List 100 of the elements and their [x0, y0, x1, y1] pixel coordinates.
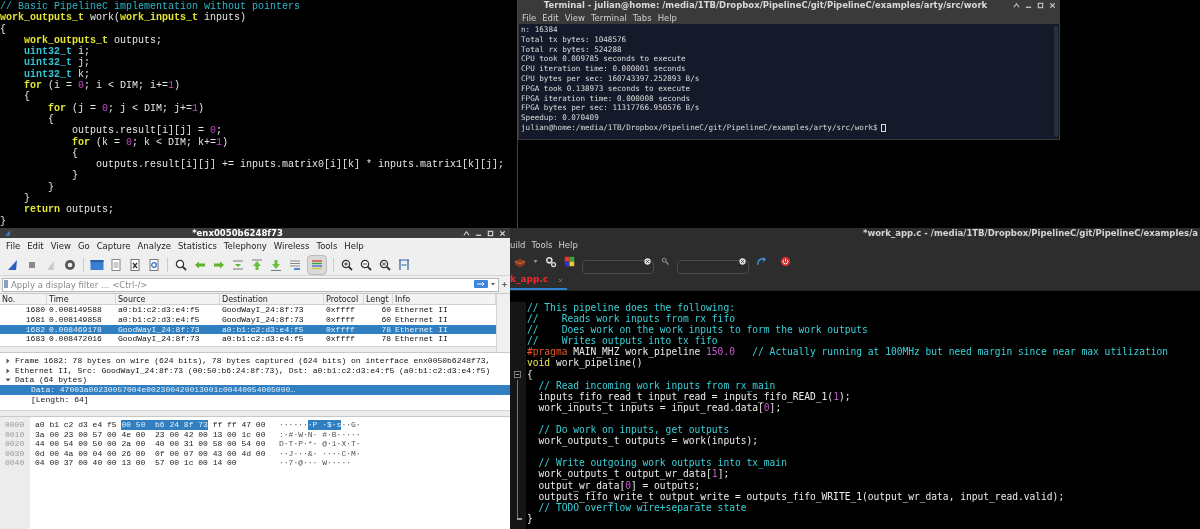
column-header[interactable]: Lengt	[364, 294, 393, 304]
zoom-reset-icon[interactable]	[378, 257, 392, 272]
columns-icon[interactable]	[397, 257, 411, 272]
arrow-right-icon[interactable]	[474, 280, 488, 288]
tree-item[interactable]: Ethernet II, Src: GoodWayI_24:8f:73 (00:50:b6:24:8f:73), Dst: a0:b1:c2:d3:e4:f5 (a0:b1:c2:d3:e4:f5)	[0, 365, 510, 376]
menu-item[interactable]: Go	[77, 239, 90, 253]
packet-row[interactable]: 1680 0.008149588 a0:b1:c2:d3:e4:f5 GoodWayI_24:8f:73 0xffff 60 Ethernet II	[0, 305, 496, 315]
menu-item[interactable]: Telephony	[223, 239, 267, 253]
gears-icon[interactable]	[545, 255, 557, 268]
hex-bytes[interactable]: ff ff 47 00	[207, 420, 266, 430]
search-field[interactable]	[677, 259, 749, 274]
hex-bytes[interactable]: 3a 00 23 00 57 00 4e 00 23 00 42 00 13 00 1c 00	[35, 429, 266, 440]
ascii-text[interactable]: ·P ·$·s	[307, 420, 342, 430]
scrollbar[interactable]	[0, 410, 510, 416]
plus-icon[interactable]	[501, 281, 508, 288]
menu-item[interactable]: Help	[344, 239, 364, 253]
menu-item[interactable]: Help	[657, 11, 677, 24]
ascii-text[interactable]: ··7·@··· W·····	[279, 458, 351, 468]
tree-item[interactable]: [Length: 64]	[0, 394, 510, 405]
menu-item[interactable]: Edit	[27, 239, 44, 253]
menu-item[interactable]: Tools	[531, 238, 553, 252]
menu-item[interactable]: Tabs	[632, 11, 652, 24]
palette-icon[interactable]	[564, 256, 575, 267]
code-line: {	[71, 147, 78, 160]
ascii-text[interactable]: :·#·W·N· #·B·····	[279, 429, 361, 440]
scrollbar[interactable]	[0, 346, 496, 352]
ascii-text[interactable]: D·T·P·*· @·1·X·T·	[279, 439, 361, 449]
ascii-text[interactable]: ··G·	[341, 420, 361, 430]
clear-icon[interactable]	[644, 258, 651, 265]
close-icon[interactable]	[1049, 2, 1056, 9]
lines-icon[interactable]	[288, 257, 302, 272]
zoom-out-icon[interactable]	[359, 257, 373, 272]
menu-item[interactable]: Tools	[316, 239, 338, 253]
code-line: }	[527, 512, 533, 524]
menu-item[interactable]: Edit	[542, 11, 559, 24]
ascii-text[interactable]: ··J···&· ····C·M·	[279, 448, 361, 459]
code-line: // Reads work inputs from rx fifo	[527, 313, 735, 325]
menu-item[interactable]: Wireless	[273, 239, 310, 253]
tree-item[interactable]: Frame 1682: 78 bytes on wire (624 bits), 78 bytes captured (624 bits) on interface enx0050b6248f73,	[0, 356, 510, 366]
menu-item[interactable]: View	[564, 11, 585, 24]
zoom-in-icon[interactable]	[340, 257, 354, 272]
close-document-icon[interactable]	[128, 257, 142, 272]
tree-item[interactable]: Data: 47003a00230057004e002300420013001c00440054005000…	[0, 385, 510, 395]
table-cell-text: GoodWayI_24:8f:73	[221, 314, 305, 325]
caret-up-icon[interactable]	[1013, 2, 1020, 9]
maximize-icon[interactable]	[1037, 2, 1044, 9]
menu-item[interactable]: Help	[558, 238, 578, 252]
menu-item[interactable]: Terminal	[590, 11, 627, 24]
hex-bytes[interactable]: a0 b1 c2 d3 e4 f5	[35, 420, 122, 430]
menu-item[interactable]: View	[50, 239, 71, 253]
reload-document-icon[interactable]	[147, 257, 161, 272]
column-header[interactable]: Time	[47, 294, 116, 304]
colorize-button[interactable]	[307, 254, 327, 275]
code-line: work_outputs_t output_wr_data[1];	[537, 468, 730, 480]
table-cell-text: a0:b1:c2:d3:e4:f5	[221, 334, 305, 345]
maximize-icon[interactable]	[487, 229, 494, 237]
packet-row[interactable]: 1682 0.008469178 GoodWayI_24:8f:73 a0:b1:c2:d3:e4:f5 0xffff 78 Ethernet II	[0, 324, 496, 335]
tree-item[interactable]: Data (64 bytes)	[0, 375, 510, 386]
document-icon[interactable]	[109, 257, 123, 272]
menu-item[interactable]: Statistics	[177, 239, 217, 253]
hex-bytes[interactable]: 00 50 b6 24 8f 73	[121, 420, 208, 430]
code-line: return outputs;	[23, 204, 115, 216]
hex-bytes[interactable]: 04 00 37 00 40 00 13 00 57 00 1c 00 14 00	[35, 458, 237, 468]
menu-item[interactable]: uild	[510, 238, 526, 252]
filter-field[interactable]: Apply a display filter … <Ctrl-/>	[2, 277, 499, 292]
code-line: #pragma MAIN_MHZ work_pipeline 150.0 // Actually running at 100MHz but need margin since near max utilization	[527, 346, 1169, 358]
redo-arrow-icon[interactable]	[756, 256, 767, 267]
hex-bytes[interactable]: 0d 00 4a 00 04 00 26 00 0f 00 07 00 43 00 4d 00	[35, 448, 266, 459]
column-header[interactable]: Protocol	[324, 294, 364, 304]
caret-down-icon[interactable]	[533, 259, 538, 264]
scrollbar[interactable]	[496, 294, 510, 352]
power-icon[interactable]	[780, 256, 791, 267]
ascii-text[interactable]: ······	[279, 420, 308, 430]
menu-item[interactable]: File	[6, 239, 21, 253]
table-cell-text: 0xffff	[325, 324, 356, 335]
folder-icon[interactable]	[90, 257, 104, 272]
fold-icon[interactable]	[514, 370, 521, 378]
column-header[interactable]: No.	[0, 294, 47, 304]
hex-offset: 0000	[4, 420, 25, 430]
close-icon[interactable]	[558, 277, 564, 283]
code-line: outputs.result[i][j] += inputs.matrix0[i][k] * inputs.matrix1[k][j];	[95, 159, 505, 171]
search-icon[interactable]	[174, 257, 188, 272]
table-cell-text: 0.008472016	[48, 334, 103, 345]
hex-bytes[interactable]: 44 00 54 00 50 00 2a 00 40 00 31 00 58 00 54 00	[35, 439, 266, 449]
search-field[interactable]	[582, 259, 654, 274]
caret-up-icon[interactable]	[463, 229, 470, 237]
clear-icon[interactable]	[739, 258, 746, 265]
scrollbar[interactable]	[1054, 26, 1058, 137]
column-header[interactable]: Destination	[220, 294, 324, 304]
code-line: {	[47, 113, 54, 126]
table-cell-text: Ethernet II	[394, 324, 449, 335]
packet-row[interactable]: 1681 0.008149858 a0:b1:c2:d3:e4:f5 GoodWayI_24:8f:73 0xffff 60 Ethernet II	[0, 314, 496, 325]
column-header[interactable]: Source	[116, 294, 220, 304]
caret-down-icon[interactable]	[490, 281, 496, 287]
menu-item[interactable]: Capture	[96, 239, 131, 253]
menu-item[interactable]: Analyze	[137, 239, 171, 253]
table-cell-text: 60	[380, 305, 392, 315]
packet-row[interactable]: 1683 0.008472016 GoodWayI_24:8f:73 a0:b1:c2:d3:e4:f5 0xffff 78 Ethernet II	[0, 334, 496, 345]
arrow-down-icon[interactable]	[269, 257, 283, 272]
menu-item[interactable]: File	[522, 11, 537, 24]
